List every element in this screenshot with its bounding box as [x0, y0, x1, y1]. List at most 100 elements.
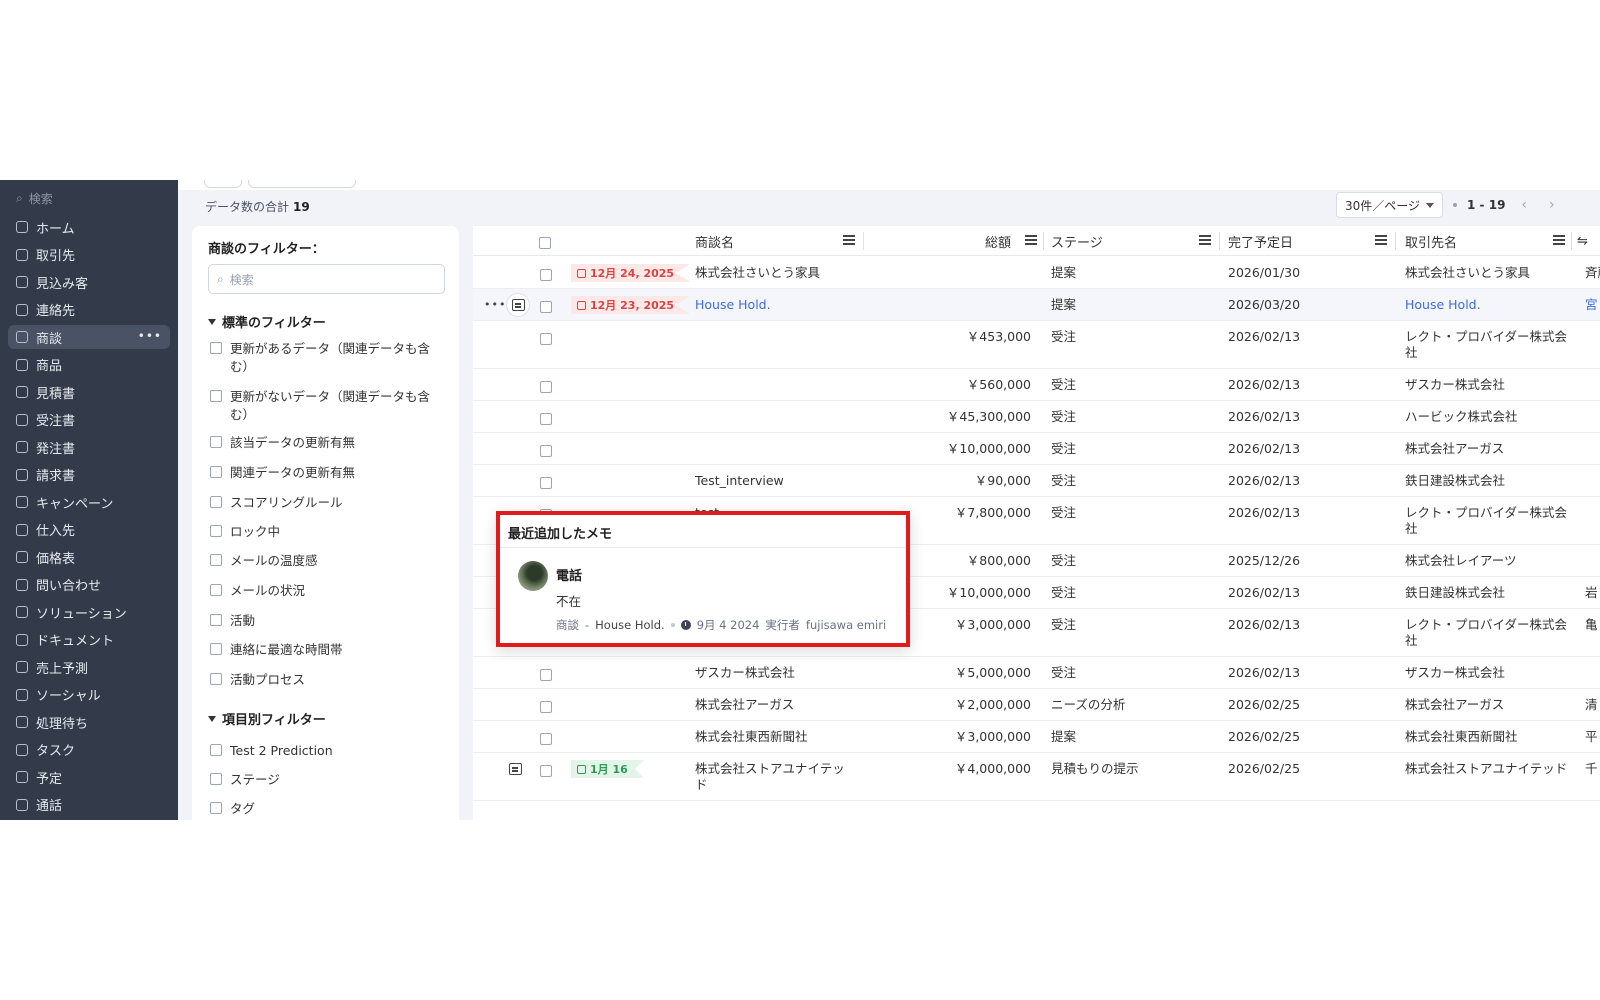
row-checkbox[interactable]: [540, 669, 552, 681]
deal-contact[interactable]: 宮: [1585, 297, 1600, 313]
sidebar-item[interactable]: 売上予測: [8, 655, 170, 679]
deal-account[interactable]: 株式会社ストアユナイテッド: [1405, 761, 1570, 777]
prev-page-icon[interactable]: ‹: [1515, 197, 1533, 213]
row-checkbox[interactable]: [540, 733, 552, 745]
sidebar-item[interactable]: ソーシャル: [8, 683, 170, 707]
sidebar-item[interactable]: 商談 •••: [8, 325, 170, 349]
filter-checkbox[interactable]: [210, 614, 222, 626]
filter-checkbox[interactable]: [210, 554, 222, 566]
column-menu-icon[interactable]: [1553, 235, 1565, 245]
sidebar-item[interactable]: ドキュメント: [8, 628, 170, 652]
row-checkbox[interactable]: [540, 765, 552, 777]
note-title[interactable]: 電話: [556, 565, 582, 584]
sidebar-item[interactable]: 連絡先: [8, 298, 170, 322]
deal-account[interactable]: House Hold.: [1405, 297, 1570, 313]
sidebar-item[interactable]: 予定: [8, 765, 170, 789]
table-row[interactable]: ￥453,000 受注 2026/02/13 レクト・プロバイダー株式会社: [473, 321, 1600, 369]
table-row[interactable]: ￥10,000,000 受注 2026/02/13 株式会社アーガス: [473, 433, 1600, 465]
deal-contact[interactable]: 岩: [1585, 585, 1600, 601]
deal-account[interactable]: 鉄日建設株式会社: [1405, 585, 1570, 601]
filter-checkbox[interactable]: [210, 342, 222, 354]
standard-filter-header[interactable]: 標準のフィルター: [208, 312, 326, 331]
filter-option[interactable]: 活動プロセス: [210, 671, 430, 689]
note-icon[interactable]: [509, 763, 522, 775]
deal-account[interactable]: 株式会社アーガス: [1405, 697, 1570, 713]
column-header-close-date[interactable]: 完了予定日: [1228, 226, 1293, 256]
deal-contact[interactable]: 千: [1585, 761, 1600, 777]
deal-name[interactable]: ザスカー株式会社: [695, 665, 855, 681]
more-options-icon[interactable]: •••: [138, 329, 162, 343]
table-row[interactable]: ￥560,000 受注 2026/02/13 ザスカー株式会社: [473, 369, 1600, 401]
filter-option[interactable]: 連絡に最適な時間帯: [210, 641, 430, 659]
field-filter-option[interactable]: Test 2 Prediction: [210, 742, 430, 760]
row-checkbox[interactable]: [540, 381, 552, 393]
deal-account[interactable]: 株式会社東西新聞社: [1405, 729, 1570, 745]
filter-checkbox[interactable]: [210, 584, 222, 596]
field-filter-option[interactable]: タグ: [210, 800, 430, 818]
column-settings-icon[interactable]: ⇋: [1577, 234, 1588, 249]
deal-account[interactable]: 株式会社さいとう家具: [1405, 265, 1570, 281]
deal-name[interactable]: 株式会社東西新聞社: [695, 729, 855, 745]
filter-option[interactable]: スコアリングルール: [210, 494, 430, 512]
row-checkbox[interactable]: [540, 301, 552, 313]
table-row[interactable]: ￥45,300,000 受注 2026/02/13 ハービック株式会社: [473, 401, 1600, 433]
row-actions-icon[interactable]: •••: [484, 298, 506, 311]
column-header-stage[interactable]: ステージ: [1051, 226, 1103, 256]
deal-account[interactable]: 鉄日建設株式会社: [1405, 473, 1570, 489]
per-page-select[interactable]: 30件／ページ: [1336, 192, 1444, 218]
select-all-checkbox[interactable]: [539, 237, 551, 249]
filter-option[interactable]: メールの温度感: [210, 552, 430, 570]
deal-contact[interactable]: 亀: [1585, 617, 1600, 633]
deal-name[interactable]: 株式会社さいとう家具: [695, 265, 855, 281]
filter-option[interactable]: 該当データの更新有無: [210, 434, 430, 452]
sidebar-item[interactable]: 商品: [8, 353, 170, 377]
column-header-account[interactable]: 取引先名: [1405, 226, 1457, 256]
field-filter-option[interactable]: ステージ: [210, 771, 430, 789]
sidebar-item[interactable]: キャンペーン: [8, 490, 170, 514]
column-header-amount[interactable]: 総額: [985, 226, 1011, 256]
filter-checkbox[interactable]: [210, 802, 222, 814]
filter-option[interactable]: ロック中: [210, 523, 430, 541]
column-menu-icon[interactable]: [1375, 235, 1387, 245]
deal-account[interactable]: ザスカー株式会社: [1405, 377, 1570, 393]
table-row[interactable]: ••• 12月 23, 2025 House Hold. 提案 2026/03/20 Ho…: [473, 289, 1600, 321]
deal-account[interactable]: レクト・プロバイダー株式会社: [1405, 505, 1570, 537]
filter-checkbox[interactable]: [210, 466, 222, 478]
row-checkbox[interactable]: [540, 413, 552, 425]
filter-checkbox[interactable]: [210, 744, 222, 756]
deal-name[interactable]: 株式会社アーガス: [695, 697, 855, 713]
column-menu-icon[interactable]: [1025, 235, 1037, 245]
deal-account[interactable]: レクト・プロバイダー株式会社: [1405, 617, 1570, 649]
deal-contact[interactable]: 清: [1585, 697, 1600, 713]
filter-option[interactable]: メールの状況: [210, 582, 430, 600]
filter-option[interactable]: 更新がないデータ（関連データも含む）: [210, 388, 430, 424]
filter-checkbox[interactable]: [210, 525, 222, 537]
filter-search-input[interactable]: ⌕ 検索: [208, 264, 445, 294]
column-header-name[interactable]: 商談名: [695, 226, 734, 256]
sidebar-item[interactable]: 価格表: [8, 545, 170, 569]
row-checkbox[interactable]: [540, 701, 552, 713]
sidebar-item[interactable]: 問い合わせ: [8, 573, 170, 597]
deal-account[interactable]: ザスカー株式会社: [1405, 665, 1570, 681]
sidebar-item[interactable]: 受注書: [8, 408, 170, 432]
sidebar-search[interactable]: ⌕ 検索: [16, 188, 53, 208]
table-row[interactable]: 1月 16 株式会社ストアユナイテッド ￥4,000,000 見積もりの提示 2026/…: [473, 753, 1600, 801]
row-checkbox[interactable]: [540, 477, 552, 489]
filter-checkbox[interactable]: [210, 773, 222, 785]
deal-account[interactable]: 株式会社アーガス: [1405, 441, 1570, 457]
sidebar-item[interactable]: 処理待ち: [8, 710, 170, 734]
filter-checkbox[interactable]: [210, 390, 222, 402]
filter-checkbox[interactable]: [210, 673, 222, 685]
row-checkbox[interactable]: [540, 333, 552, 345]
field-filter-header[interactable]: 項目別フィルター: [208, 709, 326, 728]
filter-checkbox[interactable]: [210, 643, 222, 655]
row-checkbox[interactable]: [540, 269, 552, 281]
deal-name[interactable]: House Hold.: [695, 297, 855, 313]
sidebar-item[interactable]: 見積書: [8, 380, 170, 404]
sidebar-item[interactable]: 仕入先: [8, 518, 170, 542]
next-page-icon[interactable]: ›: [1543, 197, 1561, 213]
deal-name[interactable]: 株式会社ストアユナイテッド: [695, 761, 855, 793]
row-checkbox[interactable]: [540, 445, 552, 457]
toolbar-button[interactable]: [248, 180, 356, 188]
table-row[interactable]: 株式会社アーガス ￥2,000,000 ニーズの分析 2026/02/25 株式会社アー…: [473, 689, 1600, 721]
